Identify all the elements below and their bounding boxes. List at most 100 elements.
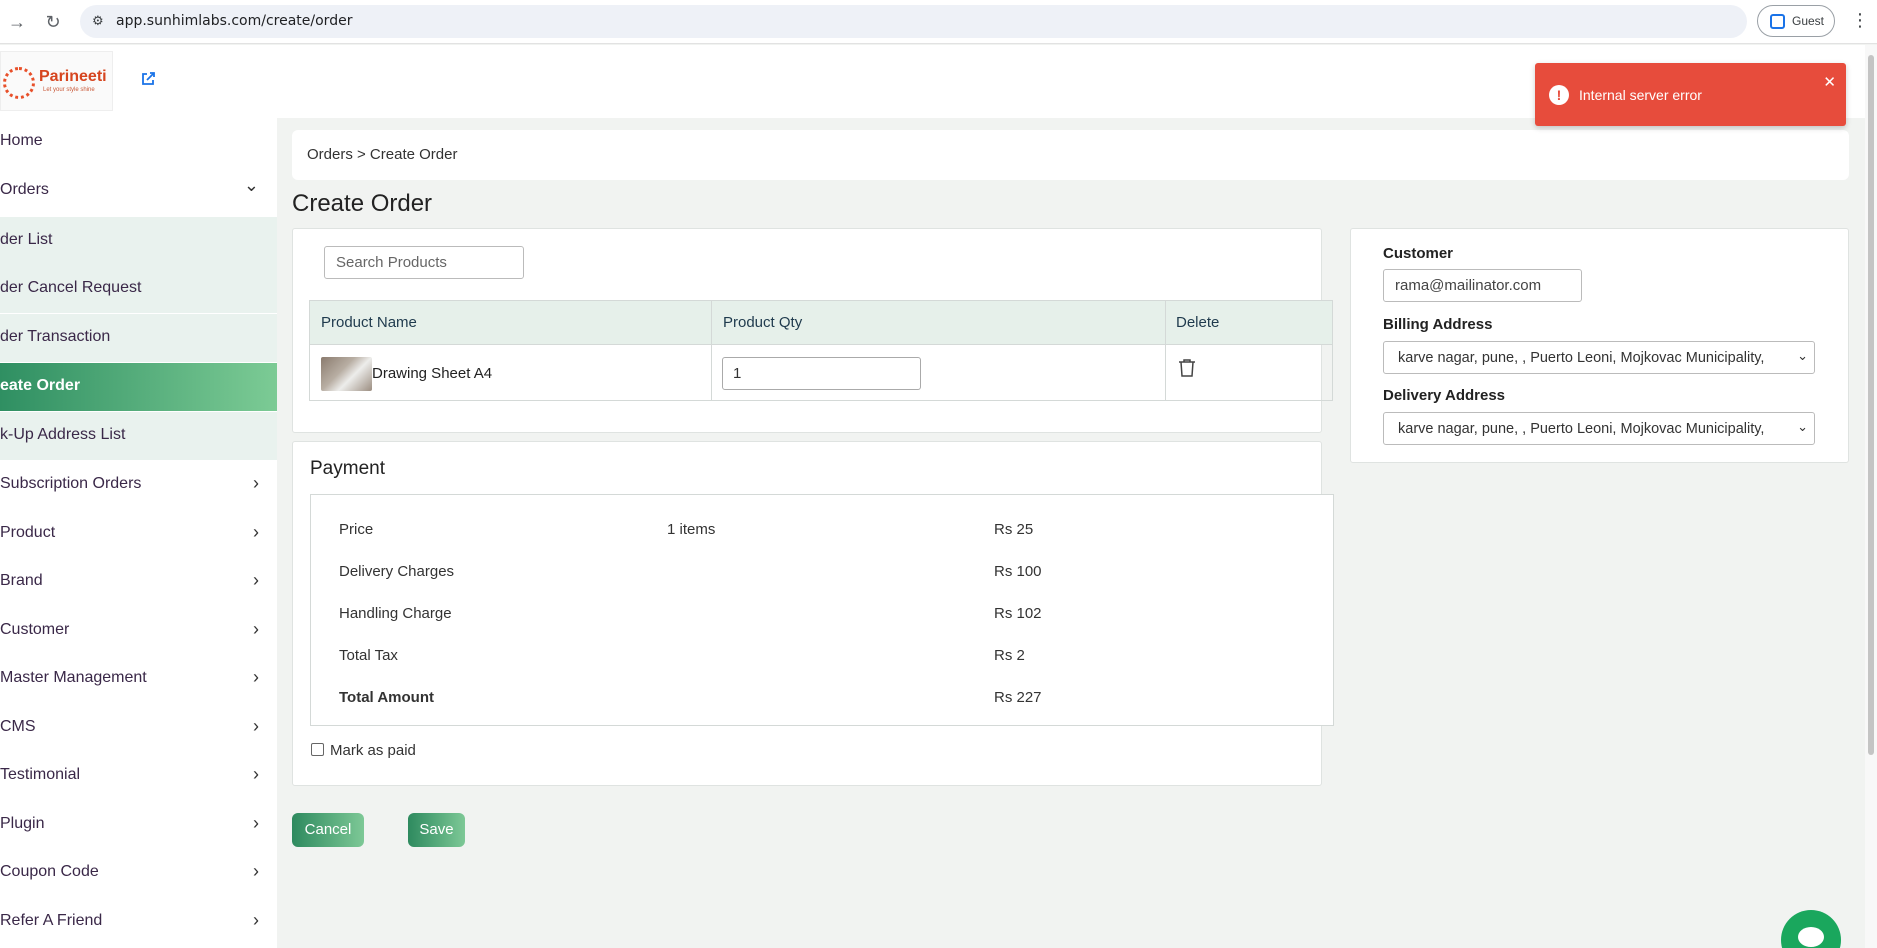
browser-menu-icon[interactable]: ⋮ [1851,10,1869,31]
profile-label: Guest [1792,14,1825,28]
chevron-right-icon: › [253,522,259,542]
search-products-input[interactable] [324,246,524,279]
sidebar-item[interactable]: k-Up Address List [0,412,277,460]
payment-amount: Rs 25 [994,521,1034,538]
payment-label: Price [339,521,374,538]
payment-detail: 1 items [667,521,716,538]
site-settings-icon[interactable]: ⚙ [92,12,110,30]
sidebar: Home Orders ⌄ der List der Cancel Request der… [0,118,277,948]
sidebar-item-label: k-Up Address List [0,426,126,443]
sidebar-item-label: Coupon Code [0,863,99,880]
delivery-address-label: Delivery Address [1383,387,1506,404]
toast-message: Internal server error [1579,87,1702,103]
chevron-down-icon: ⌄ [1797,348,1808,363]
scrollbar-thumb[interactable] [1868,55,1874,755]
column-divider [1165,301,1166,400]
page-title: Create Order [292,190,433,217]
payment-row-tax: Total Tax Rs 2 [311,647,1333,677]
sidebar-item[interactable]: CMS › [0,704,277,752]
payment-row-delivery: Delivery Charges Rs 100 [311,563,1333,593]
delivery-address-select[interactable]: karve nagar, pune, , Puerto Leoni, Mojko… [1383,412,1815,445]
browser-toolbar: → ↻ ⚙ app.sunhimlabs.com/create/order Gu… [0,0,1877,44]
reload-icon[interactable]: ↻ [41,10,65,34]
sidebar-item[interactable]: Plugin › [0,801,277,849]
payment-summary: Price 1 items Rs 25 Delivery Charges Rs … [310,494,1334,726]
profile-button[interactable]: Guest [1757,5,1835,37]
sidebar-item[interactable]: Brand › [0,558,277,606]
column-header-product-name: Product Name [321,314,417,331]
billing-address-select[interactable]: karve nagar, pune, , Puerto Leoni, Mojko… [1383,341,1815,374]
sidebar-item[interactable]: Coupon Code › [0,849,277,897]
payment-row-total: Total Amount Rs 227 [311,689,1333,719]
chevron-right-icon: › [253,667,259,687]
payment-label: Total Amount [339,689,434,706]
payment-label: Delivery Charges [339,563,455,580]
sidebar-item[interactable]: Customer › [0,607,277,655]
sidebar-item-label: Brand [0,572,43,589]
logo-mark-icon [3,67,35,99]
sidebar-item-label: Refer A Friend [0,912,103,929]
column-header-product-qty: Product Qty [723,314,803,331]
table-header: Product Name Product Qty Delete [310,301,1332,345]
payment-row-price: Price 1 items Rs 25 [311,521,1333,551]
payment-label: Total Tax [339,647,398,664]
mark-as-paid-checkbox[interactable] [311,743,324,756]
chevron-right-icon: › [253,570,259,590]
payment-label: Handling Charge [339,605,452,622]
chevron-right-icon: › [253,473,259,493]
sidebar-item[interactable]: Orders ⌄ [0,167,277,215]
sidebar-item[interactable]: Home [0,118,277,166]
sidebar-item-label: eate Order [0,377,81,394]
sidebar-item-label: Orders [0,181,49,198]
product-qty-input[interactable] [722,357,921,390]
sidebar-item[interactable]: der Cancel Request [0,265,277,313]
product-thumbnail [321,357,372,391]
save-button[interactable]: Save [408,813,465,847]
sidebar-item[interactable]: Subscription Orders › [0,461,277,509]
sidebar-item[interactable]: Testimonial › [0,752,277,800]
payment-amount: Rs 102 [994,605,1042,622]
close-icon[interactable]: ✕ [1823,73,1836,91]
sidebar-item[interactable]: der List [0,217,277,265]
chevron-right-icon: › [253,813,259,833]
sidebar-item-label: der List [0,231,53,248]
sidebar-item[interactable]: der Transaction [0,314,277,362]
sidebar-item-label: Master Management [0,669,147,686]
payment-amount: Rs 227 [994,689,1042,706]
products-table: Product Name Product Qty Delete Drawing … [309,300,1333,401]
sidebar-item[interactable]: eate Order [0,363,277,411]
sidebar-item-label: Plugin [0,815,45,832]
chevron-right-icon: › [253,716,259,736]
cancel-button[interactable]: Cancel [292,813,364,847]
sidebar-item[interactable]: Master Management › [0,655,277,703]
product-name: Drawing Sheet A4 [372,365,493,382]
page-scrollbar[interactable] [1865,45,1877,948]
chevron-down-icon: ⌄ [243,175,259,195]
sidebar-item-label: Testimonial [0,766,81,783]
url-text[interactable]: app.sunhimlabs.com/create/order [116,13,352,29]
trash-icon[interactable] [1178,358,1198,380]
error-toast: ! Internal server error ✕ [1535,63,1846,126]
chat-widget-button[interactable] [1781,910,1841,948]
payment-amount: Rs 2 [994,647,1025,664]
customer-label: Customer [1383,245,1454,262]
column-header-delete: Delete [1176,314,1220,331]
external-link-icon[interactable] [140,71,162,93]
address-bar[interactable]: ⚙ app.sunhimlabs.com/create/order [80,5,1747,38]
sidebar-item-label: der Transaction [0,328,111,345]
column-divider [711,301,712,400]
chevron-right-icon: › [253,764,259,784]
sidebar-item-label: Product [0,524,56,541]
forward-arrow-icon[interactable]: → [5,10,29,34]
alert-icon: ! [1549,85,1569,105]
sidebar-item-label: Customer [0,621,70,638]
logo[interactable]: Parineeti Let your style shine [0,51,113,111]
breadcrumb[interactable]: Orders > Create Order [307,146,457,163]
payment-amount: Rs 100 [994,563,1042,580]
chevron-right-icon: › [253,910,259,930]
customer-input[interactable] [1383,269,1582,302]
sidebar-item[interactable]: Refer A Friend › [0,898,277,946]
mark-as-paid-label[interactable]: Mark as paid [330,742,416,759]
billing-address-label: Billing Address [1383,316,1493,333]
sidebar-item[interactable]: Product › [0,510,277,558]
